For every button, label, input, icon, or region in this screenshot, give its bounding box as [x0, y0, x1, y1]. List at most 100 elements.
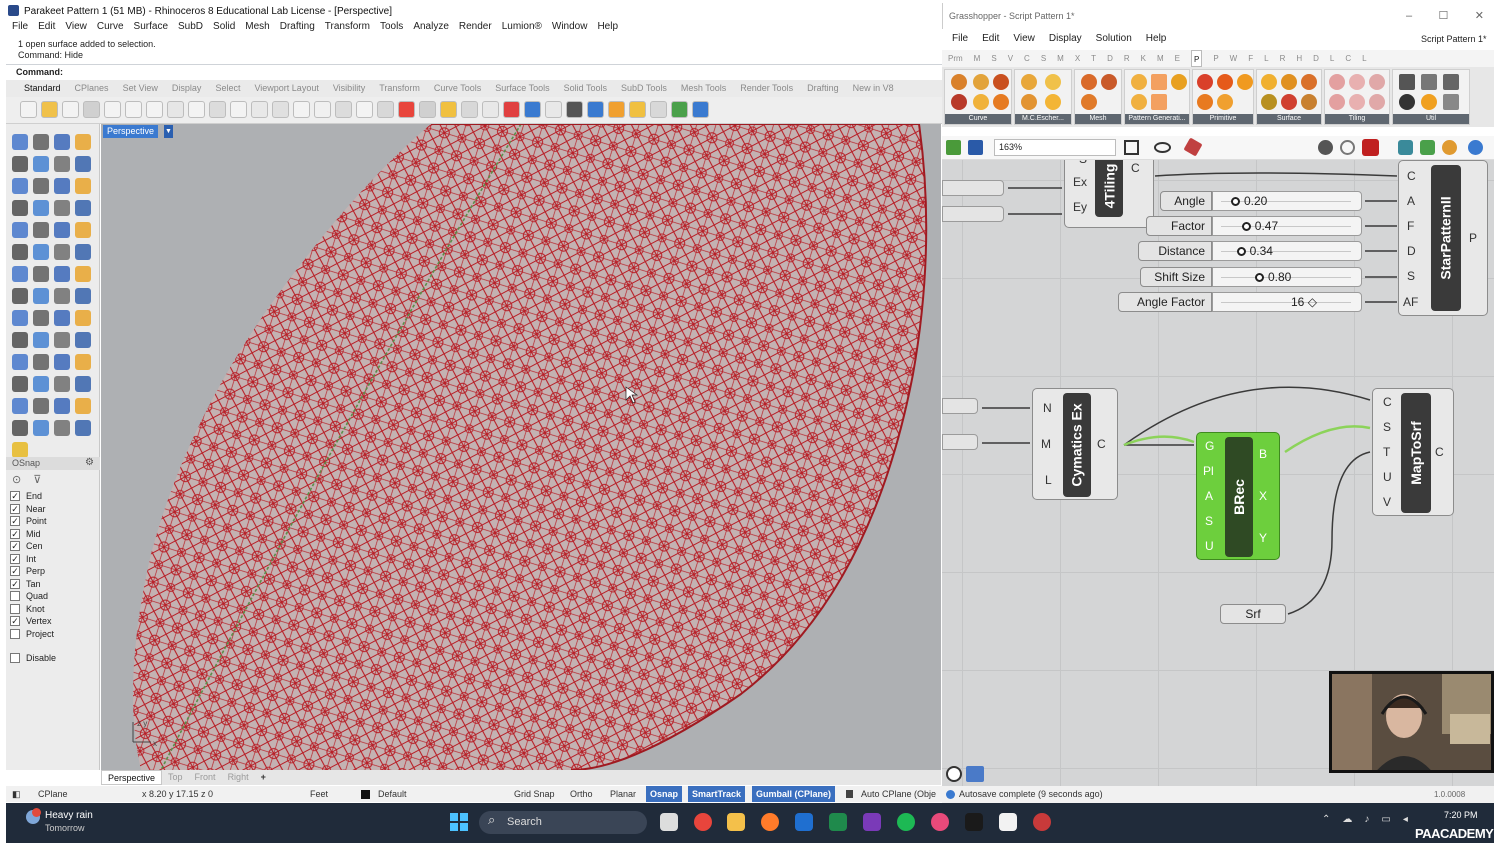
- menu-surface[interactable]: Surface: [134, 20, 168, 34]
- osnap-vertex[interactable]: ✓ Vertex: [10, 615, 52, 627]
- osnap-knot[interactable]: Knot: [10, 603, 45, 615]
- tiling-tool-icon[interactable]: [1329, 74, 1345, 90]
- tab-right[interactable]: Right: [222, 770, 255, 785]
- escher-tool-icon[interactable]: [1045, 94, 1061, 110]
- sidebar-tool-icon[interactable]: [54, 222, 70, 238]
- osnap-near[interactable]: ✓ Near: [10, 503, 46, 515]
- toolbar-tool-icon[interactable]: [146, 101, 163, 118]
- slider-knob[interactable]: [1241, 222, 1251, 231]
- output-port[interactable]: Y: [1259, 531, 1267, 545]
- slider-label[interactable]: Shift Size: [1140, 267, 1212, 287]
- gh-category-tab[interactable]: S: [1041, 50, 1046, 67]
- toolbar-tool-icon[interactable]: [272, 101, 289, 118]
- auto-cplane-toggle[interactable]: Auto CPlane (Obje: [861, 786, 941, 802]
- starpattern-component[interactable]: C A F D S AF StarPatternII P: [1398, 160, 1488, 316]
- menu-curve[interactable]: Curve: [97, 20, 124, 34]
- menu-edit[interactable]: Edit: [38, 20, 55, 34]
- input-port[interactable]: A: [1407, 194, 1415, 208]
- surface-tool-icon[interactable]: [1301, 94, 1317, 110]
- chevron-up-icon[interactable]: ⌃: [1322, 814, 1330, 825]
- slider-track[interactable]: [1221, 226, 1351, 227]
- tab-visibility[interactable]: Visibility: [333, 80, 365, 97]
- gumball-toggle[interactable]: Gumball (CPlane): [752, 786, 836, 802]
- sidebar-tool-icon[interactable]: [12, 310, 28, 326]
- osnap-checkbox[interactable]: [10, 591, 20, 601]
- osnap-end[interactable]: ✓ End: [10, 490, 42, 502]
- gh-menu-solution[interactable]: Solution: [1096, 30, 1132, 48]
- tab-standard[interactable]: Standard: [24, 80, 61, 97]
- sidebar-tool-icon[interactable]: [33, 178, 49, 194]
- primitive-tool-icon[interactable]: [1197, 94, 1213, 110]
- toolbar-tool-icon[interactable]: [671, 101, 688, 118]
- weather-label[interactable]: Heavy rain: [45, 810, 93, 821]
- sidebar-tool-icon[interactable]: [12, 200, 28, 216]
- globe-icon[interactable]: [1468, 140, 1483, 155]
- sidebar-tool-icon[interactable]: [33, 376, 49, 392]
- preview-off-icon[interactable]: [1340, 140, 1355, 155]
- osnap-checkbox[interactable]: ✓: [10, 503, 20, 514]
- toolbar-tool-icon[interactable]: [125, 101, 142, 118]
- curve-tool-icon[interactable]: [973, 94, 989, 110]
- toolbar-tool-icon[interactable]: [293, 101, 310, 118]
- surface-tool-icon[interactable]: [1261, 94, 1277, 110]
- ribbon-label[interactable]: Util: [1393, 114, 1469, 124]
- sidebar-tool-icon[interactable]: [12, 288, 28, 304]
- sidebar-tool-icon[interactable]: [12, 398, 28, 414]
- output-port[interactable]: X: [1259, 489, 1267, 503]
- sidebar-tool-icon[interactable]: [12, 376, 28, 392]
- close-icon[interactable]: ✕: [1475, 3, 1484, 29]
- sidebar-tool-icon[interactable]: [33, 398, 49, 414]
- input-port[interactable]: U: [1205, 539, 1214, 553]
- excel-icon[interactable]: [829, 813, 847, 831]
- toolbar-tool-icon[interactable]: [41, 101, 58, 118]
- menu-window[interactable]: Window: [552, 20, 588, 34]
- mesh-preview-icon[interactable]: [1398, 140, 1413, 155]
- toolbar-tool-icon[interactable]: [503, 101, 520, 118]
- toolbar-tool-icon[interactable]: [608, 101, 625, 118]
- clock[interactable]: 7:20 PM: [1444, 810, 1478, 820]
- shaded-preview-icon[interactable]: [1420, 140, 1435, 155]
- toolbar-tool-icon[interactable]: [692, 101, 709, 118]
- gh-category-tab[interactable]: R: [1280, 50, 1286, 67]
- menu-file[interactable]: File: [12, 20, 28, 34]
- sidebar-tool-icon[interactable]: [33, 420, 49, 436]
- gh-document-name[interactable]: Script Pattern 1*: [1421, 30, 1487, 48]
- gh-category-tab[interactable]: R: [1124, 50, 1130, 67]
- cloud-icon[interactable]: ☁: [1342, 814, 1352, 825]
- ribbon-label[interactable]: Pattern Generati...: [1125, 114, 1189, 124]
- pattern-tool-icon[interactable]: [1131, 94, 1147, 110]
- slider-label[interactable]: Factor: [1146, 216, 1212, 236]
- ribbon-label[interactable]: Primitive: [1193, 114, 1253, 124]
- slider-knob[interactable]: [1231, 197, 1240, 206]
- osnap-tan[interactable]: ✓ Tan: [10, 578, 41, 590]
- preview-icon[interactable]: [1318, 140, 1333, 155]
- input-port[interactable]: Ey: [1073, 200, 1087, 214]
- sidebar-tool-icon[interactable]: [54, 398, 70, 414]
- menu-tools[interactable]: Tools: [380, 20, 403, 34]
- srf-parameter[interactable]: Srf: [1220, 604, 1286, 624]
- primitive-tool-icon[interactable]: [1217, 74, 1233, 90]
- input-port[interactable]: S: [1079, 160, 1087, 166]
- osnap-checkbox[interactable]: ✓: [10, 541, 20, 551]
- gh-category-tab[interactable]: T: [1091, 50, 1096, 67]
- curve-tool-icon[interactable]: [951, 74, 967, 90]
- gh-category-tab[interactable]: M: [1157, 50, 1164, 67]
- sidebar-tool-icon[interactable]: [54, 134, 70, 150]
- snap-target-icon[interactable]: ⊙: [12, 474, 33, 486]
- sidebar-tool-icon[interactable]: [54, 420, 70, 436]
- util-tool-icon[interactable]: [1421, 94, 1437, 110]
- chevron-down-icon[interactable]: ▼: [164, 125, 173, 138]
- sidebar-tool-icon[interactable]: [75, 200, 91, 216]
- tiling-component[interactable]: S Ex Ey 4Tiling C: [1064, 160, 1154, 228]
- output-port[interactable]: P: [1469, 231, 1477, 245]
- layer-color-swatch[interactable]: [361, 790, 370, 799]
- sidebar-tool-icon[interactable]: [54, 178, 70, 194]
- tab-viewport-layout[interactable]: Viewport Layout: [254, 80, 318, 97]
- sidebar-tool-icon[interactable]: [12, 156, 28, 172]
- mic-icon[interactable]: ♪: [1364, 814, 1369, 825]
- gh-menu-display[interactable]: Display: [1049, 30, 1082, 48]
- maptosrf-component[interactable]: C S T U V MapToSrf C: [1372, 388, 1454, 516]
- sidebar-tool-icon[interactable]: [33, 200, 49, 216]
- escher-tool-icon[interactable]: [1045, 74, 1061, 90]
- util-tool-icon[interactable]: [1399, 94, 1415, 110]
